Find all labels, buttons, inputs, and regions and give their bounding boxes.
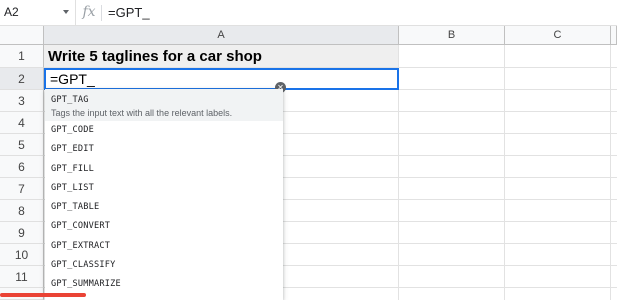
autocomplete-item-gpt-summarize[interactable]: GPT_SUMMARIZE bbox=[45, 275, 283, 294]
formula-bar: A2 fx =GPT_ bbox=[0, 0, 617, 26]
formula-input[interactable]: =GPT_ bbox=[108, 0, 150, 25]
autocomplete-item-gpt-code[interactable]: GPT_CODE bbox=[45, 121, 283, 140]
cell-reference: A2 bbox=[4, 5, 19, 19]
name-box[interactable]: A2 bbox=[0, 0, 76, 25]
cell-a2-value: =GPT_ bbox=[50, 71, 95, 87]
chevron-down-icon[interactable] bbox=[63, 10, 69, 14]
autocomplete-item-gpt-table[interactable]: GPT_TABLE bbox=[45, 198, 283, 217]
column-header-d[interactable] bbox=[611, 26, 617, 45]
row-header-1[interactable]: 1 bbox=[0, 45, 44, 68]
autocomplete-dropdown: GPT_TAG Tags the input text with all the… bbox=[45, 89, 283, 300]
gridline bbox=[504, 45, 505, 300]
autocomplete-item-gpt-convert[interactable]: GPT_CONVERT bbox=[45, 217, 283, 236]
row-header-3[interactable]: 3 bbox=[0, 90, 44, 112]
select-all-corner[interactable] bbox=[0, 26, 44, 45]
autocomplete-item-name: GPT_TAG bbox=[51, 95, 89, 105]
row-header-6[interactable]: 6 bbox=[0, 156, 44, 178]
gridline bbox=[610, 45, 611, 300]
row-header-7[interactable]: 7 bbox=[0, 178, 44, 200]
row-header-5[interactable]: 5 bbox=[0, 134, 44, 156]
column-header-c[interactable]: C bbox=[505, 26, 611, 45]
row-header-8[interactable]: 8 bbox=[0, 200, 44, 222]
autocomplete-item-gpt-tag[interactable]: GPT_TAG Tags the input text with all the… bbox=[45, 89, 283, 121]
row-header-9[interactable]: 9 bbox=[0, 222, 44, 244]
cell-a1[interactable]: Write 5 taglines for a car shop bbox=[48, 45, 262, 68]
autocomplete-item-gpt-extract[interactable]: GPT_EXTRACT bbox=[45, 237, 283, 256]
row-header-11[interactable]: 11 bbox=[0, 266, 44, 288]
cell-a2-editor[interactable]: =GPT_ bbox=[44, 68, 399, 90]
row-header-4[interactable]: 4 bbox=[0, 112, 44, 134]
autocomplete-item-gpt-fill[interactable]: GPT_FILL bbox=[45, 160, 283, 179]
autocomplete-item-gpt-list[interactable]: GPT_LIST bbox=[45, 179, 283, 198]
column-header-b[interactable]: B bbox=[399, 26, 505, 45]
autocomplete-item-description: Tags the input text with all the relevan… bbox=[51, 108, 233, 118]
autocomplete-item-gpt-classify[interactable]: GPT_CLASSIFY bbox=[45, 256, 283, 275]
row-header-10[interactable]: 10 bbox=[0, 244, 44, 266]
divider bbox=[101, 5, 102, 21]
row-header-2[interactable]: 2 bbox=[0, 68, 44, 90]
column-header-a[interactable]: A bbox=[44, 26, 399, 45]
progress-accent-bar bbox=[0, 293, 86, 297]
autocomplete-item-gpt-edit[interactable]: GPT_EDIT bbox=[45, 140, 283, 159]
fx-icon: fx bbox=[82, 4, 96, 20]
